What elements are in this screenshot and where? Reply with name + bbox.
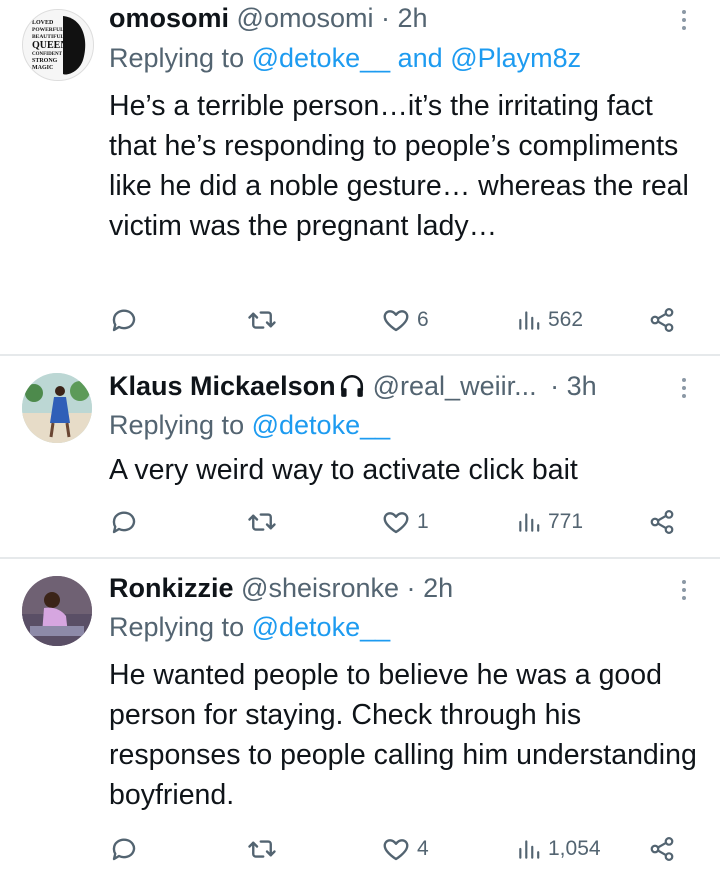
separator-dot: · xyxy=(550,371,560,401)
mention-link[interactable]: @Playm8z xyxy=(450,43,581,73)
avatar-image xyxy=(22,373,92,443)
avatar[interactable]: LOVED POWERFUL BEAUTIFUL QUEEN CONFIDENT… xyxy=(22,9,94,81)
display-name[interactable]: Ronkizzie xyxy=(109,573,234,603)
views-icon xyxy=(519,513,540,532)
tweet-header: Ronkizzie @sheisronke · 2h xyxy=(109,571,453,605)
share-button[interactable] xyxy=(648,829,676,869)
separator-dot: · xyxy=(381,3,390,33)
replying-to-label: Replying to xyxy=(109,612,245,642)
avatar-image xyxy=(22,576,92,646)
svg-text:LOVED: LOVED xyxy=(32,20,54,26)
repost-button[interactable] xyxy=(247,300,283,340)
reply-context: Replying to @detoke__ xyxy=(109,610,390,644)
more-icon[interactable] xyxy=(678,378,690,398)
views-count: 562 xyxy=(548,308,584,331)
share-icon xyxy=(650,308,674,332)
more-icon[interactable] xyxy=(678,10,690,30)
more-icon[interactable] xyxy=(678,580,690,600)
tweet[interactable]: LOVED POWERFUL BEAUTIFUL QUEEN CONFIDENT… xyxy=(0,0,720,355)
mention-link[interactable]: @detoke__ xyxy=(252,612,391,642)
views-button[interactable]: 771 xyxy=(516,502,583,542)
like-button[interactable]: 4 xyxy=(381,829,429,869)
avatar-image: LOVED POWERFUL BEAUTIFUL QUEEN CONFIDENT… xyxy=(23,10,93,80)
like-icon xyxy=(383,310,409,332)
tweet-text: He wanted people to believe he was a goo… xyxy=(109,659,697,811)
timestamp[interactable]: 2h xyxy=(423,573,453,603)
reply-button[interactable] xyxy=(109,300,145,340)
share-icon xyxy=(650,837,674,861)
views-button[interactable]: 562 xyxy=(516,300,583,340)
reply-icon xyxy=(112,309,136,332)
user-handle[interactable]: @real_weiir... xyxy=(373,371,537,401)
headphones-icon xyxy=(341,374,364,397)
svg-text:MAGIC: MAGIC xyxy=(32,65,53,71)
like-button[interactable]: 1 xyxy=(381,502,429,542)
tweet[interactable]: Klaus Mickaelson @real_weiir... · 3h Rep… xyxy=(0,356,720,556)
display-name[interactable]: omosomi xyxy=(109,3,229,33)
like-count: 1 xyxy=(417,510,429,533)
views-count: 1,054 xyxy=(548,837,601,860)
repost-button[interactable] xyxy=(247,502,283,542)
like-icon xyxy=(383,512,409,534)
repost-icon xyxy=(248,840,276,858)
views-icon xyxy=(519,840,540,859)
user-handle[interactable]: @omosomi xyxy=(237,3,374,33)
like-icon xyxy=(383,839,409,861)
action-bar: 4 1,054 xyxy=(0,829,720,869)
svg-text:POWERFUL: POWERFUL xyxy=(32,27,64,33)
views-count: 771 xyxy=(548,510,584,533)
svg-text:CONFIDENT: CONFIDENT xyxy=(32,52,63,57)
like-count: 4 xyxy=(417,837,429,860)
timestamp[interactable]: 3h xyxy=(567,371,597,401)
reply-icon xyxy=(112,511,136,534)
mention-joiner: and xyxy=(397,43,443,73)
mention-link[interactable]: @detoke__ xyxy=(252,410,391,440)
repost-icon xyxy=(248,513,276,531)
share-icon xyxy=(650,510,674,534)
separator-dot: · xyxy=(406,573,416,603)
share-button[interactable] xyxy=(648,300,676,340)
repost-icon xyxy=(248,311,276,329)
share-button[interactable] xyxy=(648,502,676,542)
avatar[interactable] xyxy=(22,576,92,646)
action-bar: 1 771 xyxy=(0,502,720,542)
like-button[interactable]: 6 xyxy=(381,300,429,340)
tweet-text: A very weird way to activate click bait xyxy=(109,454,578,486)
reply-context: Replying to @detoke__ and @Playm8z xyxy=(109,41,581,75)
avatar[interactable] xyxy=(22,373,92,443)
svg-text:QUEEN: QUEEN xyxy=(32,40,68,51)
reply-button[interactable] xyxy=(109,829,145,869)
reply-button[interactable] xyxy=(109,502,145,542)
user-handle[interactable]: @sheisronke xyxy=(241,573,399,603)
tweet-text: He’s a terrible person…it’s the irritati… xyxy=(109,90,689,242)
replying-to-label: Replying to xyxy=(109,43,245,73)
views-button[interactable]: 1,054 xyxy=(516,829,601,869)
tweet-header: omosomi @omosomi · 2h xyxy=(109,1,428,35)
tweet[interactable]: Ronkizzie @sheisronke · 2h Replying to @… xyxy=(0,559,720,868)
views-icon xyxy=(519,311,540,330)
repost-button[interactable] xyxy=(247,829,283,869)
display-name[interactable]: Klaus Mickaelson xyxy=(109,371,336,401)
action-bar: 6 562 xyxy=(0,300,720,340)
mention-link[interactable]: @detoke__ xyxy=(252,43,391,73)
timestamp[interactable]: 2h xyxy=(398,3,428,33)
tweet-header: Klaus Mickaelson @real_weiir... · 3h xyxy=(109,369,597,403)
like-count: 6 xyxy=(417,308,429,331)
svg-text:STRONG: STRONG xyxy=(32,58,58,64)
reply-context: Replying to @detoke__ xyxy=(109,408,390,442)
reply-icon xyxy=(112,838,136,861)
replying-to-label: Replying to xyxy=(109,410,245,440)
